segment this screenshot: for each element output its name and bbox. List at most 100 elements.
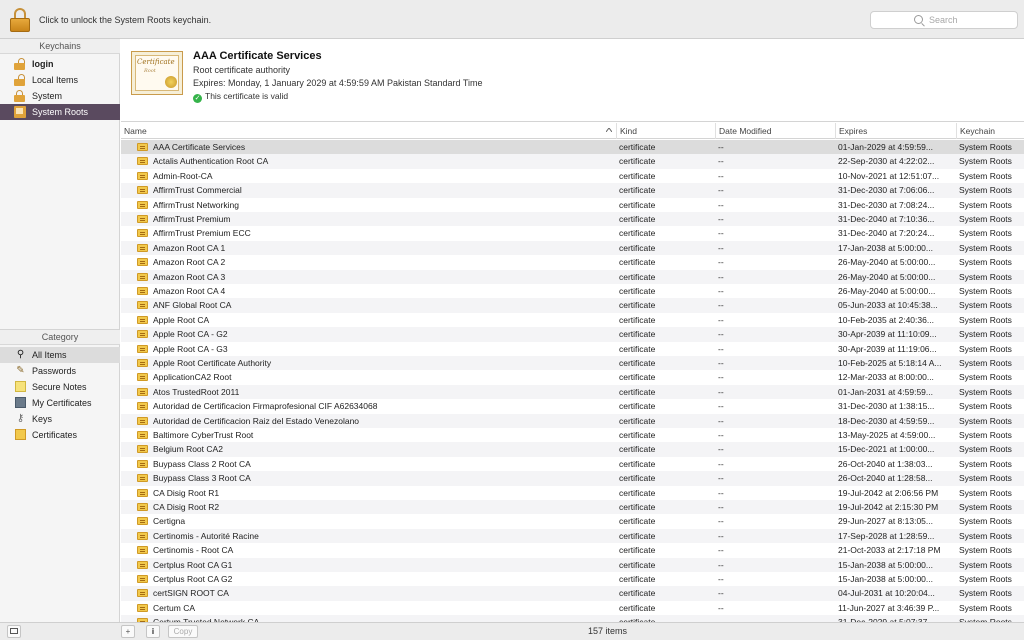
column-header-expires[interactable]: Expires bbox=[836, 123, 957, 139]
cell-kind: certificate bbox=[619, 142, 656, 152]
category-secure-notes[interactable]: Secure Notes bbox=[0, 379, 120, 395]
cell-kind: certificate bbox=[619, 415, 656, 426]
table-row[interactable]: AffirmTrust Networking certificate -- 31-De… bbox=[121, 198, 1024, 212]
cell-name: Autoridad de Certificacion Firmaprofesio… bbox=[153, 401, 378, 412]
table-row[interactable]: ANF Global Root CA certificate -- 05-Jun-20… bbox=[121, 298, 1024, 313]
show-sidebar-button[interactable] bbox=[7, 625, 21, 638]
table-row[interactable]: Belgium Root CA2 certificate -- 15-Dec-2021… bbox=[121, 442, 1024, 457]
certificate-icon bbox=[137, 301, 148, 310]
table-row[interactable]: Certum CA certificate -- 11-Jun-2027 at 3:4… bbox=[121, 601, 1024, 615]
table-row[interactable]: Apple Root Certificate Authority certific… bbox=[121, 356, 1024, 371]
sidebar: Keychains login Local Items System Syste… bbox=[0, 39, 120, 622]
keychain-local-items[interactable]: Local Items bbox=[0, 72, 120, 88]
cell-expires: 10-Feb-2025 at 5:18:14 A... bbox=[838, 358, 942, 368]
my-certificate-icon bbox=[15, 397, 26, 408]
table-row[interactable]: Certigna certificate -- 29-Jun-2027 at 8:13… bbox=[121, 514, 1024, 528]
table-row[interactable]: Actalis Authentication Root CA certificat… bbox=[121, 154, 1024, 169]
column-header-kind[interactable]: Kind bbox=[617, 123, 716, 139]
table-row[interactable]: Certum Trusted Network CA certificate--31… bbox=[121, 615, 1024, 622]
table-row[interactable]: Apple Root CA certificate -- 10-Feb-2035 at… bbox=[121, 313, 1024, 327]
table-row[interactable]: Amazon Root CA 3 certificate -- 26-May-2040… bbox=[121, 269, 1024, 284]
certificate-icon bbox=[137, 431, 148, 439]
category-my-certificates[interactable]: My Certificates bbox=[0, 395, 120, 411]
folder-icon bbox=[14, 106, 26, 118]
category-label: Passwords bbox=[32, 366, 77, 376]
cell-expires: 26-Oct-2040 at 1:38:03... bbox=[838, 458, 933, 469]
table-row[interactable]: Apple Root CA - G2 certificate -- 30-Apr-20… bbox=[121, 327, 1024, 342]
table-row[interactable]: CA Disig Root R2 certificate -- 19-Jul-2042… bbox=[121, 500, 1024, 515]
cell-kind: certificate bbox=[619, 588, 656, 599]
keychain-login[interactable]: login bbox=[0, 56, 120, 72]
table-row[interactable]: Atos TrustedRoot 2011 certificate -- 01-Jan… bbox=[121, 384, 1024, 400]
certificate-icon bbox=[137, 503, 148, 511]
cell-keychain: System Roots bbox=[959, 358, 1012, 368]
category-certificates[interactable]: Certificates bbox=[0, 427, 120, 443]
cell-date-modified: -- bbox=[718, 602, 724, 613]
keychain-system[interactable]: System bbox=[0, 88, 120, 104]
cell-expires: 26-May-2040 at 5:00:00... bbox=[838, 257, 936, 268]
table-row[interactable]: Certplus Root CA G1 certificate -- 15-Jan-2… bbox=[121, 557, 1024, 572]
cell-date-modified: -- bbox=[718, 185, 724, 196]
copy-button[interactable]: Copy bbox=[168, 625, 198, 638]
lock-icon[interactable] bbox=[10, 8, 30, 32]
cell-date-modified: -- bbox=[718, 228, 724, 239]
table-row[interactable]: Buypass Class 3 Root CA certificate -- 26-O… bbox=[121, 471, 1024, 486]
cell-date-modified: -- bbox=[718, 516, 724, 527]
certificate-icon bbox=[137, 531, 148, 540]
cell-expires: 01-Jan-2031 at 4:59:59... bbox=[838, 386, 933, 397]
cell-date-modified: -- bbox=[718, 530, 724, 541]
info-button[interactable]: i bbox=[146, 625, 160, 638]
cell-date-modified: -- bbox=[718, 588, 724, 599]
cell-keychain: System Roots bbox=[959, 271, 1012, 282]
table-row[interactable]: AffirmTrust Commercial certificate -- 31-De… bbox=[121, 183, 1024, 198]
category-passwords[interactable]: ✎ Passwords bbox=[0, 363, 120, 379]
cell-keychain: System Roots bbox=[959, 559, 1012, 570]
certificate-icon bbox=[137, 157, 148, 166]
cell-expires: 01-Jan-2029 at 4:59:59... bbox=[838, 142, 933, 152]
certificate-icon bbox=[137, 344, 148, 353]
cell-date-modified: -- bbox=[718, 444, 724, 455]
table-row[interactable]: Apple Root CA - G3 certificate -- 30-Apr-20… bbox=[121, 342, 1024, 356]
keychain-label: System Roots bbox=[32, 107, 89, 117]
table-row[interactable]: Admin-Root-CA certificate -- 10-Nov-2021 at… bbox=[121, 169, 1024, 183]
cell-date-modified: -- bbox=[718, 257, 724, 268]
cell-name: certSIGN ROOT CA bbox=[153, 588, 229, 599]
table-row[interactable]: Amazon Root CA 2 certificate -- 26-May-2040… bbox=[121, 255, 1024, 269]
table-row[interactable]: ApplicationCA2 Root certificate -- 12-Mar-2… bbox=[121, 370, 1024, 384]
table-row[interactable]: Baltimore CyberTrust Root certificate -- 13… bbox=[121, 428, 1024, 442]
cell-name: Autoridad de Certificacion Raiz del Esta… bbox=[153, 415, 360, 426]
keychain-system-roots[interactable]: System Roots bbox=[0, 104, 120, 120]
cell-date-modified: -- bbox=[718, 430, 724, 440]
category-keys[interactable]: ⚷ Keys bbox=[0, 411, 120, 427]
cell-keychain: System Roots bbox=[959, 530, 1012, 541]
column-header-keychain[interactable]: Keychain bbox=[957, 123, 1024, 139]
search-field[interactable]: Search bbox=[870, 11, 1018, 29]
table-row[interactable]: AAA Certificate Services certificate -- 01-… bbox=[121, 140, 1024, 155]
table-row[interactable]: CA Disig Root R1 certificate -- 19-Jul-2042… bbox=[121, 486, 1024, 500]
cell-name: Certigna bbox=[153, 516, 186, 527]
table-row[interactable]: Autoridad de Certificacion Firmaprofesio… bbox=[121, 399, 1024, 413]
table-row[interactable]: Amazon Root CA 1 certificate -- 17-Jan-2038… bbox=[121, 240, 1024, 256]
column-header-name[interactable]: Name bbox=[121, 123, 617, 139]
certificate-icon bbox=[137, 517, 148, 526]
table-row[interactable]: certSIGN ROOT CA certificate -- 04-Jul-2031… bbox=[121, 586, 1024, 601]
cell-name: Buypass Class 2 Root CA bbox=[153, 458, 251, 469]
table-row[interactable]: AffirmTrust Premium certificate -- 31-Dec-2… bbox=[121, 212, 1024, 227]
table-row[interactable]: Buypass Class 2 Root CA certificate -- 26-O… bbox=[121, 457, 1024, 471]
certificate-image-title: Certificate bbox=[137, 58, 175, 66]
certificate-icon bbox=[137, 459, 148, 468]
table-row[interactable]: Amazon Root CA 4 certificate -- 26-May-2040… bbox=[121, 284, 1024, 298]
cell-date-modified: -- bbox=[718, 199, 724, 210]
category-all-items[interactable]: ⚲ All Items bbox=[0, 347, 120, 363]
table-row[interactable]: Autoridad de Certificacion Raiz del Esta… bbox=[121, 413, 1024, 428]
table-row[interactable]: Certinomis - Root CA certificate -- 21-Oct-… bbox=[121, 543, 1024, 557]
keychain-label: login bbox=[32, 59, 54, 69]
table-row[interactable]: AffirmTrust Premium ECC certificate -- 31-D… bbox=[121, 226, 1024, 240]
table-row[interactable]: Certinomis - Autorité Racine certificate -… bbox=[121, 528, 1024, 544]
add-button[interactable]: + bbox=[121, 625, 135, 638]
table-row[interactable]: Certplus Root CA G2 certificate -- 15-Jan-2… bbox=[121, 572, 1024, 586]
column-header-date-modified[interactable]: Date Modified bbox=[716, 123, 836, 139]
cell-keychain: System Roots bbox=[959, 615, 1024, 622]
certificate-icon bbox=[137, 215, 148, 223]
certificate-detail: Certificate Root AAA Certificate Service… bbox=[121, 39, 1024, 122]
